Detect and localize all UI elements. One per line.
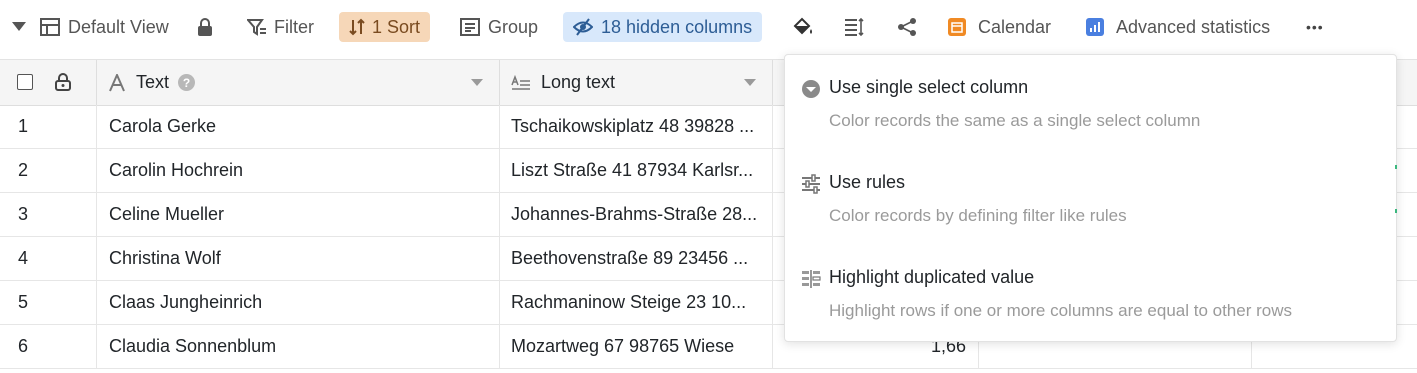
long-text-cell[interactable]: Liszt Straße 41 87934 Karlsr... xyxy=(500,149,773,192)
single-select-icon xyxy=(802,80,820,98)
filter-label: Filter xyxy=(274,16,314,37)
row-color-menu: Use single select column Color records t… xyxy=(784,54,1397,342)
select-all-checkbox[interactable] xyxy=(17,74,33,90)
text-cell[interactable]: Celine Mueller xyxy=(97,193,500,236)
menu-item-title: Use single select column xyxy=(829,77,1029,97)
sort-label: 1 Sort xyxy=(372,16,421,37)
row-color-button[interactable] xyxy=(792,12,814,42)
lock-icon xyxy=(198,18,212,36)
column-dropdown-icon[interactable] xyxy=(471,79,483,87)
help-icon[interactable]: ? xyxy=(178,74,196,91)
long-text-cell[interactable]: Beethovenstraße 89 23456 ... xyxy=(500,237,773,280)
paint-bucket-icon xyxy=(793,17,812,35)
group-label: Group xyxy=(488,16,539,37)
eye-slash-icon xyxy=(573,18,593,36)
status-marker xyxy=(1395,165,1397,169)
group-icon xyxy=(460,18,480,36)
row-number: 2 xyxy=(0,149,97,192)
menu-item-description: Color records the same as a single selec… xyxy=(829,111,1201,130)
text-type-icon xyxy=(109,73,125,91)
text-cell[interactable]: Claudia Sonnenblum xyxy=(97,325,500,368)
caret-down-icon xyxy=(12,22,26,31)
long-text-type-icon xyxy=(511,74,530,90)
long-text-cell[interactable]: Tschaikowskiplatz 48 39828 ... xyxy=(500,105,773,148)
row-number: 6 xyxy=(0,325,97,368)
statistics-icon xyxy=(1086,18,1104,36)
view-name: Default View xyxy=(68,16,169,37)
menu-item-rules[interactable]: Use rules Color records by defining filt… xyxy=(801,172,1381,252)
text-cell[interactable]: Claas Jungheinrich xyxy=(97,281,500,324)
row-height-button[interactable] xyxy=(844,12,864,42)
filter-button[interactable]: Filter xyxy=(247,12,314,42)
sort-icon xyxy=(349,18,365,36)
statistics-label: Advanced statistics xyxy=(1116,16,1271,37)
more-options-button[interactable]: ••• xyxy=(1306,12,1324,42)
calendar-label: Calendar xyxy=(978,16,1052,37)
row-number: 5 xyxy=(0,281,97,324)
text-cell[interactable]: Carolin Hochrein xyxy=(97,149,500,192)
menu-item-single-select[interactable]: Use single select column Color records t… xyxy=(801,77,1381,157)
sliders-icon xyxy=(802,174,820,194)
more-icon: ••• xyxy=(1306,19,1324,35)
sort-button[interactable]: 1 Sort xyxy=(339,12,431,42)
hidden-columns-label: 18 hidden columns xyxy=(601,16,753,37)
row-number: 4 xyxy=(0,237,97,280)
advanced-statistics-button[interactable]: Advanced statistics xyxy=(1086,12,1270,42)
view-selector[interactable]: Default View xyxy=(40,12,169,42)
column-header-long-text[interactable]: Long text xyxy=(500,60,773,105)
view-toolbar: Default View Filter 1 Sort Group 18 hidd… xyxy=(0,0,1417,58)
calendar-icon xyxy=(948,18,966,36)
menu-item-title: Highlight duplicated value xyxy=(829,267,1035,287)
table-icon xyxy=(40,18,60,36)
share-button[interactable] xyxy=(897,12,917,42)
row-number: 3 xyxy=(0,193,97,236)
hidden-columns-button[interactable]: 18 hidden columns xyxy=(563,12,763,42)
menu-item-duplicates[interactable]: Highlight duplicated value Highlight row… xyxy=(801,267,1381,347)
long-text-cell[interactable]: Johannes-Brahms-Straße 28... xyxy=(500,193,773,236)
status-marker xyxy=(1395,209,1397,213)
header-select-cell xyxy=(0,60,97,105)
column-title: Long text xyxy=(541,72,616,92)
menu-item-title: Use rules xyxy=(829,172,906,192)
long-text-cell[interactable]: Rachmaninow Steige 23 10... xyxy=(500,281,773,324)
text-cell[interactable]: Christina Wolf xyxy=(97,237,500,280)
duplicate-highlight-icon xyxy=(802,270,821,288)
row-height-icon xyxy=(845,17,864,37)
view-collapse-toggle[interactable] xyxy=(12,12,26,42)
lock-icon[interactable] xyxy=(55,73,71,91)
column-title: Text xyxy=(136,72,170,92)
calendar-plugin-button[interactable]: Calendar xyxy=(948,12,1051,42)
row-number: 1 xyxy=(0,105,97,148)
menu-item-description: Color records by defining filter like ru… xyxy=(829,206,1127,225)
lock-view-button[interactable] xyxy=(196,12,214,42)
group-button[interactable]: Group xyxy=(460,12,538,42)
text-cell[interactable]: Carola Gerke xyxy=(97,105,500,148)
menu-item-description: Highlight rows if one or more columns ar… xyxy=(829,301,1292,320)
column-header-text[interactable]: Text ? xyxy=(97,60,500,105)
column-dropdown-icon[interactable] xyxy=(744,79,756,87)
filter-icon xyxy=(247,19,266,36)
share-icon xyxy=(898,18,916,36)
long-text-cell[interactable]: Mozartweg 67 98765 Wiese xyxy=(500,325,773,368)
